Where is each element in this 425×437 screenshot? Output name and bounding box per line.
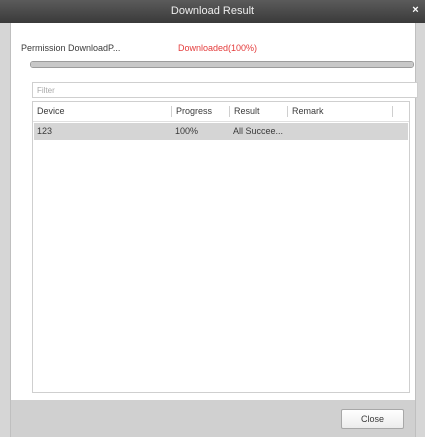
column-header-remark[interactable]: Remark bbox=[288, 102, 388, 121]
download-status-text: Downloaded(100%) bbox=[178, 43, 258, 53]
cell-device: 123 bbox=[37, 126, 53, 136]
result-table: Device Progress Result Remark 123 100% A… bbox=[32, 101, 410, 393]
table-row[interactable]: 123 100% All Succee... bbox=[34, 123, 408, 140]
cell-remark bbox=[288, 123, 388, 140]
title-bar: Download Result × bbox=[0, 0, 425, 23]
cell-result: All Succee... bbox=[233, 126, 284, 136]
close-icon[interactable]: × bbox=[409, 4, 422, 17]
overall-progress-bar bbox=[30, 61, 414, 68]
filter-input[interactable] bbox=[32, 82, 418, 98]
column-divider[interactable] bbox=[392, 106, 393, 117]
table-header: Device Progress Result Remark bbox=[33, 102, 409, 122]
cell-progress: 100% bbox=[175, 126, 199, 136]
download-result-dialog: Download Result × Permission DownloadP..… bbox=[0, 0, 425, 437]
dialog-title: Download Result bbox=[170, 5, 255, 17]
column-header-device[interactable]: Device bbox=[33, 102, 170, 121]
progress-fill bbox=[31, 62, 413, 67]
close-button[interactable]: Close bbox=[341, 409, 404, 429]
column-header-result[interactable]: Result bbox=[230, 102, 286, 121]
task-name-label: Permission DownloadP... bbox=[21, 43, 121, 53]
column-header-progress[interactable]: Progress bbox=[172, 102, 228, 121]
